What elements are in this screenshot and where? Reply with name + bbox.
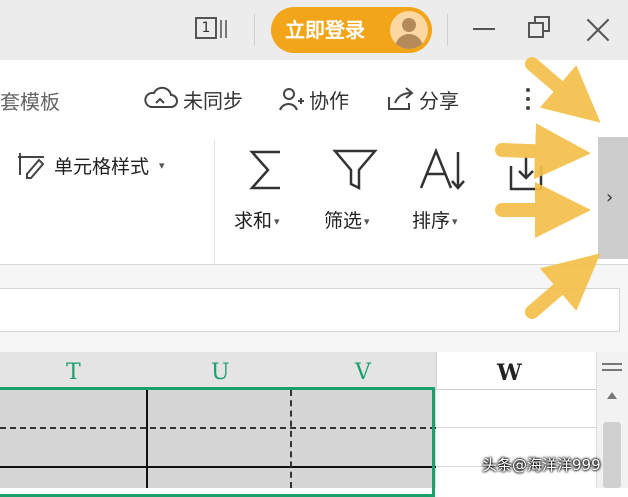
close-icon[interactable] [586, 18, 610, 42]
window-switch-button[interactable]: 1 [195, 15, 227, 43]
scrollbar-thumb[interactable] [603, 422, 621, 488]
filter-icon [332, 149, 378, 191]
ribbon-divider [214, 140, 215, 266]
avatar-icon [390, 11, 428, 49]
column-header-w-cell: W [436, 352, 596, 390]
column-header-v[interactable]: V [355, 360, 371, 385]
side-strip [598, 60, 628, 137]
column-header-u[interactable]: U [211, 360, 230, 385]
cloud-sync-icon [144, 86, 178, 108]
divider [254, 14, 255, 46]
login-label: 立即登录 [285, 18, 365, 42]
sum-button[interactable]: 求和 ▾ [232, 148, 302, 238]
cell-style-label: 单元格样式 [54, 155, 150, 178]
window-stack-icon [220, 20, 227, 38]
filter-button[interactable]: 筛选 ▾ [322, 148, 392, 238]
sigma-icon [249, 150, 280, 190]
selection-border [0, 387, 435, 497]
login-button[interactable]: 立即登录 [271, 7, 432, 53]
chevron-down-icon: ▾ [274, 215, 280, 228]
import-icon [509, 156, 543, 191]
chevron-down-icon: ▾ [364, 215, 370, 228]
restore-icon[interactable] [527, 16, 553, 42]
window-count: 1 [195, 17, 217, 39]
arrow-icon [525, 57, 601, 123]
cell-style-button[interactable]: 单元格样式 ▾ [16, 150, 165, 180]
watermark-text: 头条@海洋洋999 [482, 456, 601, 474]
sort-label: 排序 [412, 210, 451, 232]
ribbon-toolbar: 单元格样式 ▾ 求和 ▾ 筛选 ▾ 排序 ▾ [0, 128, 598, 266]
column-header-t[interactable]: T [66, 360, 81, 385]
template-menu-item[interactable]: 套模板 [0, 86, 60, 115]
divider [447, 14, 448, 46]
minimize-icon[interactable] [473, 28, 495, 30]
collaborate-user-icon [279, 88, 304, 111]
sync-status-button[interactable]: 未同步 [143, 84, 243, 114]
collaborate-label: 协作 [309, 88, 349, 113]
share-button[interactable]: 分享 [385, 84, 459, 114]
column-header-row: T U V [0, 352, 436, 390]
cell-style-brush-icon [18, 153, 45, 179]
filter-label: 筛选 [324, 210, 363, 232]
sync-status-label: 未同步 [183, 88, 243, 113]
sum-label: 求和 [234, 210, 273, 232]
sort-icon [419, 148, 465, 190]
chevron-down-icon: ▾ [159, 158, 165, 172]
share-label: 分享 [419, 88, 459, 113]
sort-button[interactable]: 排序 ▾ [410, 148, 480, 238]
collapse-panel-button[interactable]: › [598, 137, 628, 259]
column-header-w[interactable]: W [497, 360, 522, 386]
scroll-up-icon[interactable] [607, 392, 617, 399]
chevron-right-icon: › [606, 187, 614, 208]
import-button[interactable] [500, 148, 560, 238]
collaborate-button[interactable]: 协作 [277, 84, 349, 114]
share-icon [388, 87, 414, 110]
more-options-icon[interactable] [518, 86, 538, 112]
chevron-down-icon: ▾ [452, 215, 458, 228]
formula-input[interactable] [0, 288, 620, 332]
